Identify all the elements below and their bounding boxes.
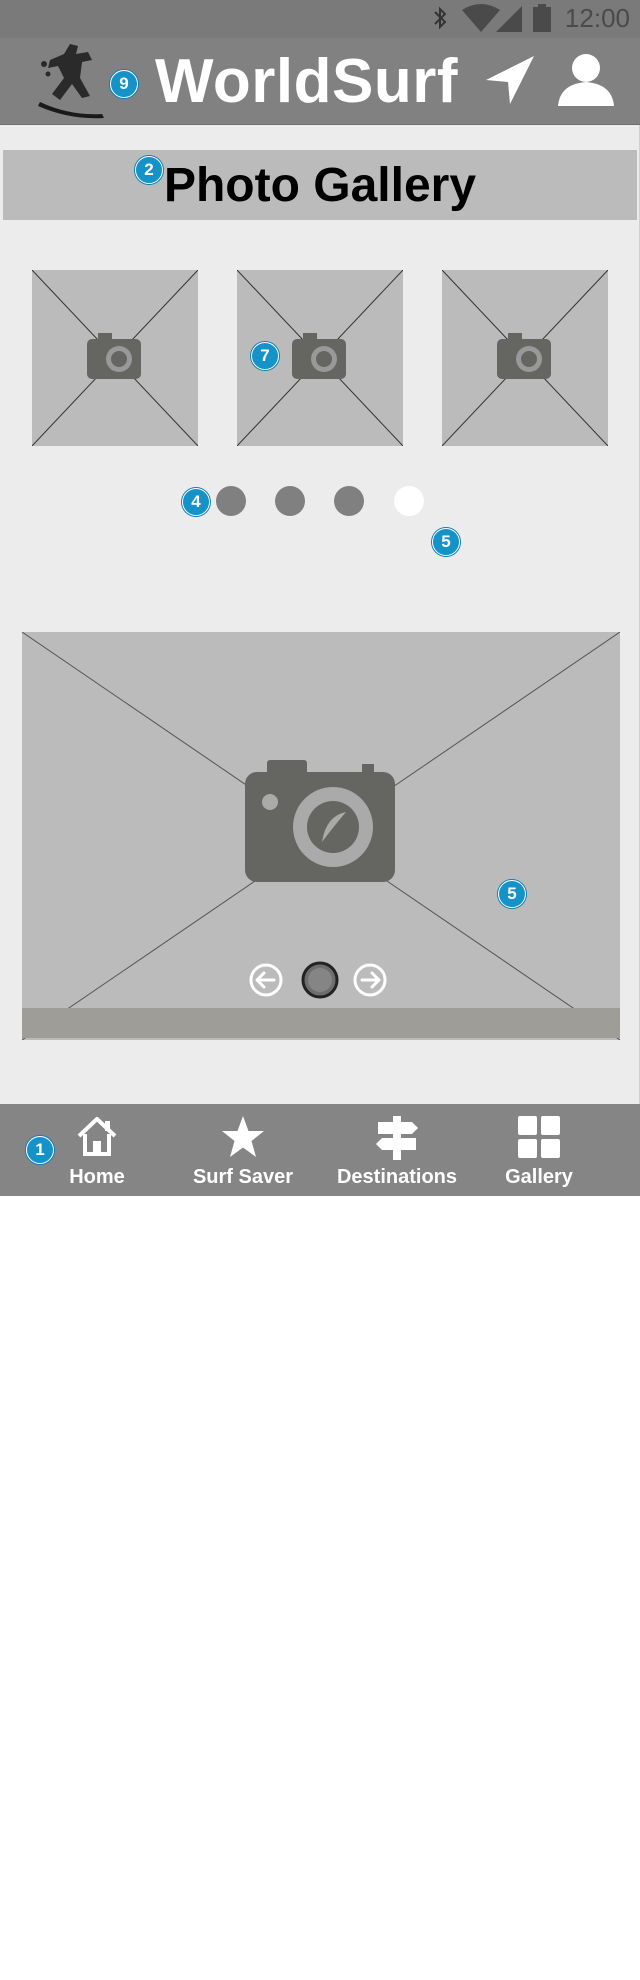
tab-label: Gallery [505, 1166, 573, 1188]
pager-dot[interactable] [334, 486, 364, 516]
app-title: WorldSurf [155, 47, 458, 116]
signpost-icon [374, 1114, 420, 1167]
annotation-badge: 2 [135, 156, 163, 184]
annotation-badge: 5 [432, 528, 460, 556]
arrow-left-icon[interactable] [248, 962, 284, 1003]
tab-destinations[interactable]: Destinations [322, 1104, 472, 1196]
star-icon [220, 1114, 266, 1165]
pager-dot[interactable] [275, 486, 305, 516]
annotation-badge: 4 [182, 488, 210, 516]
tab-label: Home [69, 1166, 125, 1188]
image-caption-bar [22, 1008, 620, 1038]
grid-icon [516, 1114, 562, 1165]
tab-gallery[interactable]: Gallery [464, 1104, 614, 1196]
pager-dot[interactable] [216, 486, 246, 516]
phone-screen: 12:00 9 WorldSurf Photo Gallery 2 7 4 5 … [0, 0, 640, 1196]
signal-icon [494, 4, 524, 39]
annotation-badge: 9 [110, 70, 138, 98]
bottom-nav: 1 Home Surf Saver Destinations Gallery [0, 1104, 640, 1196]
camera-icon [245, 760, 395, 882]
section-header: Photo Gallery [3, 150, 637, 220]
annotation-badge: 5 [498, 880, 526, 908]
tab-home[interactable]: Home [22, 1104, 172, 1196]
app-bar: 9 WorldSurf [0, 38, 640, 125]
user-icon[interactable] [556, 52, 616, 113]
tab-label: Surf Saver [192, 1166, 294, 1188]
tab-surf-saver[interactable]: Surf Saver [168, 1104, 318, 1196]
battery-icon [532, 4, 552, 39]
circle-button-icon[interactable] [300, 960, 340, 1005]
camera-icon [497, 333, 551, 379]
camera-icon [292, 333, 346, 379]
surfer-logo-icon[interactable] [30, 38, 110, 127]
page-title: Photo Gallery [163, 159, 477, 212]
arrow-right-icon[interactable] [352, 962, 388, 1003]
camera-icon [87, 333, 141, 379]
gallery-thumbnail[interactable] [442, 270, 608, 446]
annotation-badge: 7 [251, 342, 279, 370]
tab-label: Destinations [336, 1166, 458, 1188]
home-icon [75, 1114, 119, 1163]
bluetooth-icon [432, 4, 448, 37]
status-time: 12:00 [564, 3, 630, 33]
gallery-thumbnail[interactable] [32, 270, 198, 446]
navigation-arrow-icon[interactable] [482, 52, 538, 113]
status-bar: 12:00 [0, 0, 640, 38]
pager-dot-active[interactable] [394, 486, 424, 516]
